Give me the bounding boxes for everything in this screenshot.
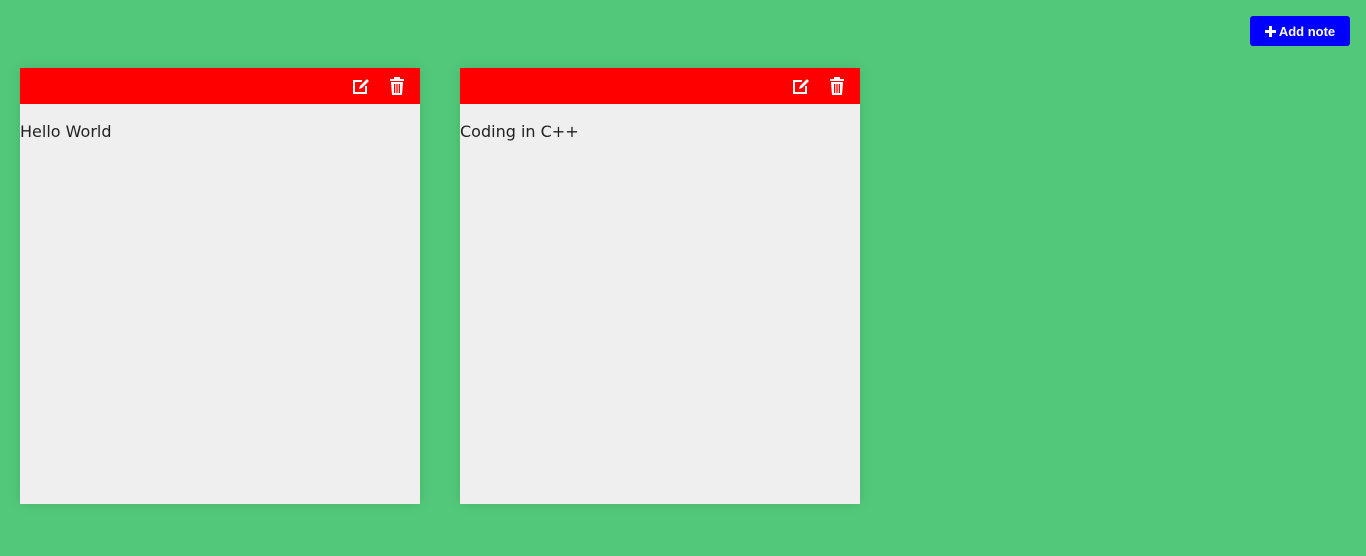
notes-container: Hello World Coding in C++	[20, 68, 860, 504]
add-note-label: Add note	[1278, 23, 1336, 39]
edit-icon	[793, 79, 809, 94]
plus-icon	[1264, 25, 1276, 37]
edit-note-button[interactable]	[790, 75, 812, 97]
note-card: Coding in C++	[460, 68, 860, 504]
trash-icon	[390, 77, 404, 95]
note-toolbar	[20, 68, 420, 104]
delete-note-button[interactable]	[386, 75, 408, 97]
edit-note-button[interactable]	[350, 75, 372, 97]
delete-note-button[interactable]	[826, 75, 848, 97]
note-text[interactable]: Hello World	[20, 104, 420, 504]
note-text[interactable]: Coding in C++	[460, 104, 860, 504]
trash-icon	[830, 77, 844, 95]
note-toolbar	[460, 68, 860, 104]
add-note-button[interactable]: Add note	[1250, 16, 1350, 46]
note-card: Hello World	[20, 68, 420, 504]
edit-icon	[353, 79, 369, 94]
